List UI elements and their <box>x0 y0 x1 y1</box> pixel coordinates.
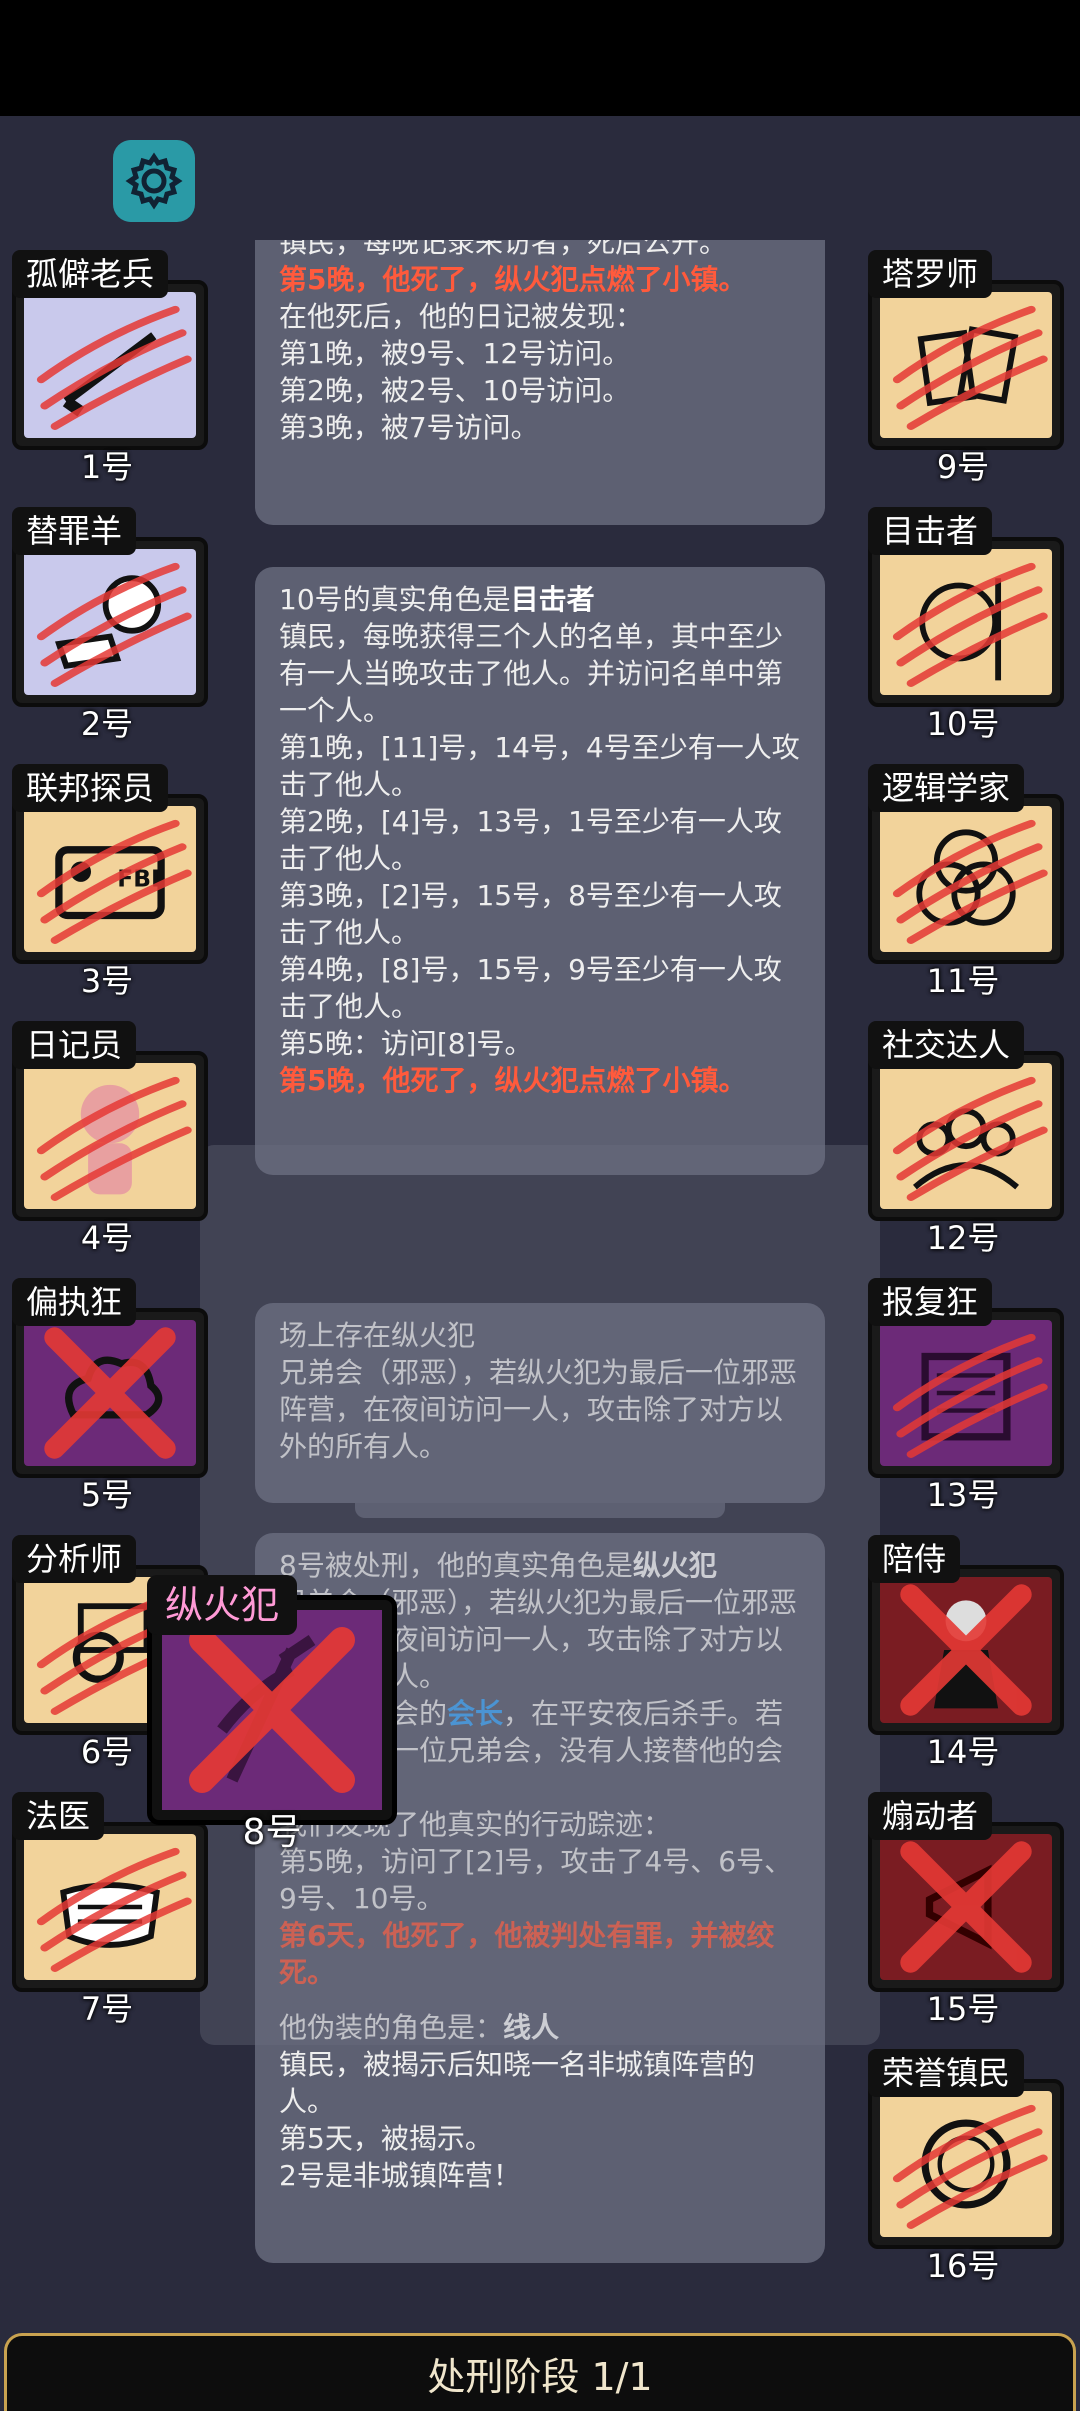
cloud-icon <box>24 1320 196 1466</box>
player-number: 6号 <box>80 1733 134 1771</box>
player-number: 16号 <box>926 2247 1000 2285</box>
player-tile[interactable]: 陪侍 14号 <box>858 1535 1068 1771</box>
player-tile[interactable]: 日记员 4号 <box>2 1021 212 1257</box>
player-role: 塔罗师 <box>868 250 993 298</box>
player-role: 逻辑学家 <box>868 764 1025 812</box>
status-bar <box>0 0 1080 116</box>
notebook-icon <box>880 1320 1052 1466</box>
player-number: 5号 <box>80 1476 134 1514</box>
player-tile[interactable]: 报复狂 13号 <box>858 1278 1068 1514</box>
arsonist-icon <box>162 1610 382 1810</box>
player-number: 14号 <box>926 1733 1000 1771</box>
player-number: 10号 <box>926 705 1000 743</box>
player-tile[interactable]: FBI 联邦探员 3号 <box>2 764 212 1000</box>
gear-icon <box>125 152 183 210</box>
player-tile[interactable]: 逻辑学家 11号 <box>858 764 1068 1000</box>
phase-label: 处刑阶段 1/1 <box>427 2355 653 2399</box>
venn-diagram-icon <box>880 806 1052 952</box>
fbi-badge-icon: FBI <box>24 806 196 952</box>
player-number: 4号 <box>80 1219 134 1257</box>
executed-player-number: 8号 <box>242 1812 302 1853</box>
player-tile[interactable]: 塔罗师 9号 <box>858 250 1068 486</box>
rifle-icon <box>24 292 196 438</box>
player-number: 2号 <box>80 705 134 743</box>
log-card-diarist: 镇民，每晚记录来访者，死后公开。 第5晚，他死了，纵火犯点燃了小镇。 在他死后，… <box>255 240 825 525</box>
executed-player-tile[interactable]: 纵火犯 8号 <box>147 1575 402 1853</box>
sheep-pointing-icon <box>24 549 196 695</box>
player-role: 陪侍 <box>868 1535 961 1583</box>
player-number: 13号 <box>926 1476 1000 1514</box>
player-role: 孤僻老兵 <box>12 250 169 298</box>
player-number: 12号 <box>926 1219 1000 1257</box>
player-role: 煽动者 <box>868 1792 993 1840</box>
player-number: 7号 <box>80 1990 134 2028</box>
player-role: 目击者 <box>868 507 993 555</box>
megaphone-icon <box>880 1834 1052 1980</box>
player-role: 报复狂 <box>868 1278 993 1326</box>
diarist-icon <box>24 1063 196 1209</box>
player-role: 联邦探员 <box>12 764 169 812</box>
player-tile[interactable]: 偏执狂 5号 <box>2 1278 212 1514</box>
player-role: 荣誉镇民 <box>868 2049 1025 2097</box>
player-number: 1号 <box>80 448 134 486</box>
settings-button[interactable] <box>113 140 195 222</box>
player-role: 法医 <box>12 1792 105 1840</box>
tarot-cards-icon <box>880 292 1052 438</box>
butler-icon <box>880 1577 1052 1723</box>
player-role: 分析师 <box>12 1535 137 1583</box>
log-card-witness: 10号的真实角色是目击者 镇民，每晚获得三个人的名单，其中至少有一人当晚攻击了他… <box>255 567 825 1175</box>
player-tile[interactable]: 荣誉镇民 16号 <box>858 2049 1068 2285</box>
player-role: 偏执狂 <box>12 1278 137 1326</box>
player-number: 11号 <box>926 962 1000 1000</box>
phase-bar: 处刑阶段 1/1 <box>4 2333 1076 2411</box>
player-role: 社交达人 <box>868 1021 1025 1069</box>
player-tile[interactable]: 社交达人 12号 <box>858 1021 1068 1257</box>
executed-player-role: 纵火犯 <box>147 1575 298 1635</box>
player-role: 替罪羊 <box>12 507 137 555</box>
medal-icon <box>880 2091 1052 2237</box>
mask-icon <box>24 1834 196 1980</box>
group-icon <box>880 1063 1052 1209</box>
player-role: 日记员 <box>12 1021 137 1069</box>
player-number: 9号 <box>936 448 990 486</box>
player-tile[interactable]: 煽动者 15号 <box>858 1792 1068 2028</box>
player-number: 3号 <box>80 962 134 1000</box>
player-tile[interactable]: 孤僻老兵 1号 <box>2 250 212 486</box>
player-tile[interactable]: 替罪羊 2号 <box>2 507 212 743</box>
player-tile[interactable]: 目击者 10号 <box>858 507 1068 743</box>
player-number: 15号 <box>926 1990 1000 2028</box>
peeking-face-icon <box>880 549 1052 695</box>
